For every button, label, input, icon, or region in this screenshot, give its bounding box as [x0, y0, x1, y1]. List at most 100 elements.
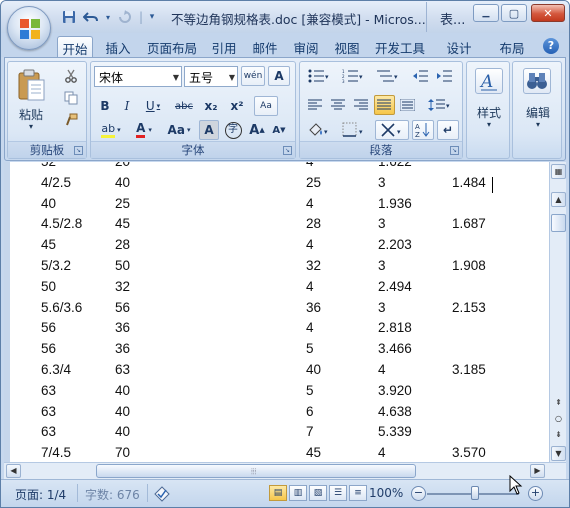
paste-button[interactable]: 粘贴 [14, 106, 48, 123]
table-cell[interactable]: 63 [41, 424, 56, 439]
font-color-button[interactable]: A ▾ [129, 120, 159, 140]
table-cell[interactable]: 5.339 [378, 424, 412, 439]
table-cell[interactable]: 63 [115, 362, 130, 377]
char-border-button[interactable]: A [268, 66, 290, 86]
table-cell[interactable]: 28 [115, 237, 130, 252]
table-row[interactable]: 7/4.5 70 45 4 3.570 [20, 445, 540, 462]
increase-indent-icon[interactable] [434, 66, 456, 86]
table-cell[interactable]: 5/3.2 [41, 258, 71, 273]
table-cell[interactable]: 40 [115, 175, 130, 190]
bullets-button[interactable]: ▾ [303, 66, 335, 86]
vertical-scrollbar[interactable]: ▦ ▲ ⇞ ○ ⇟ ▼ [549, 162, 566, 462]
table-cell[interactable]: 40 [306, 362, 321, 377]
superscript-button[interactable]: x² [225, 96, 249, 116]
scroll-up-icon[interactable]: ▲ [551, 192, 566, 207]
table-cell[interactable]: 36 [306, 300, 321, 315]
zoom-slider-thumb[interactable] [471, 486, 479, 500]
shading-icon[interactable]: ▾ [303, 120, 335, 140]
web-layout-icon[interactable]: ▧ [309, 485, 327, 501]
table-cell[interactable]: 32 [115, 279, 130, 294]
draft-view-icon[interactable]: ≡ [349, 485, 367, 501]
format-painter-icon[interactable] [60, 110, 82, 130]
table-cell[interactable]: 3.920 [378, 383, 412, 398]
table-cell[interactable]: 40 [115, 404, 130, 419]
table-row[interactable]: 63 40 7 5.339 [20, 424, 540, 444]
font-name-select[interactable]: 宋体 ▼ [94, 66, 182, 87]
table-cell[interactable]: 4 [306, 320, 314, 335]
paste-dropdown-icon[interactable]: ▾ [24, 122, 38, 131]
next-page-icon[interactable]: ⇟ [551, 428, 566, 443]
table-cell[interactable]: 40 [115, 383, 130, 398]
table-cell[interactable]: 56 [41, 320, 56, 335]
table-row[interactable]: 4.5/2.8 45 28 3 1.687 [20, 216, 540, 236]
tab-references[interactable]: 引用 [205, 36, 243, 57]
table-cell[interactable]: 4 [306, 162, 314, 169]
chevron-down-icon[interactable]: ▾ [467, 120, 511, 129]
table-cell[interactable]: 36 [115, 341, 130, 356]
table-cell[interactable]: 3.570 [452, 445, 486, 460]
tab-developer[interactable]: 开发工具 [370, 36, 430, 57]
office-button[interactable] [7, 6, 51, 50]
table-cell[interactable]: 25 [115, 196, 130, 211]
styles-button[interactable]: 样式 [467, 104, 511, 121]
char-shading-button[interactable]: A [199, 120, 219, 140]
document-area[interactable]: 52 20 4 1.622 4/2.5 40 25 3 1.484 40 25 4 1.936 4.5/2… [4, 162, 549, 462]
italic-button[interactable]: I [117, 96, 137, 116]
undo-icon[interactable] [81, 8, 101, 26]
table-cell[interactable]: 45 [115, 216, 130, 231]
scroll-left-icon[interactable]: ◀ [6, 464, 21, 478]
justify-icon[interactable] [374, 95, 395, 115]
font-launcher-icon[interactable]: ↘ [283, 146, 292, 155]
strikethrough-button[interactable]: abc [171, 96, 197, 116]
scroll-down-icon[interactable]: ▼ [551, 446, 566, 461]
table-cell[interactable]: 3 [378, 300, 386, 315]
table-cell[interactable]: 5.6/3.6 [41, 300, 82, 315]
table-cell[interactable]: 7/4.5 [41, 445, 71, 460]
table-cell[interactable]: 45 [306, 445, 321, 460]
minimize-button[interactable]: ▁ [473, 4, 499, 22]
table-row[interactable]: 52 20 4 1.622 [20, 162, 540, 174]
table-row[interactable]: 45 28 4 2.203 [20, 237, 540, 257]
table-cell[interactable]: 52 [41, 162, 56, 169]
table-cell[interactable]: 36 [115, 320, 130, 335]
tab-view[interactable]: 视图 [329, 36, 365, 57]
horizontal-scrollbar[interactable]: ◀ ⦙⦙⦙ ▶ [4, 462, 566, 479]
table-cell[interactable]: 63 [41, 404, 56, 419]
table-cell[interactable]: 50 [41, 279, 56, 294]
table-cell[interactable]: 6.3/4 [41, 362, 71, 377]
table-cell[interactable]: 3.466 [378, 341, 412, 356]
table-cell[interactable]: 4 [378, 362, 386, 377]
table-row[interactable]: 40 25 4 1.936 [20, 196, 540, 216]
table-cell[interactable]: 4 [306, 237, 314, 252]
underline-button[interactable]: U ▾ [139, 96, 167, 116]
table-cell[interactable]: 2.818 [378, 320, 412, 335]
table-cell[interactable]: 3.185 [452, 362, 486, 377]
tab-mailings[interactable]: 邮件 [247, 36, 283, 57]
tab-page-layout[interactable]: 页面布局 [143, 36, 201, 57]
table-cell[interactable]: 56 [41, 341, 56, 356]
table-cell[interactable]: 1.622 [378, 162, 412, 169]
table-cell[interactable]: 2.153 [452, 300, 486, 315]
change-case-button[interactable]: Aa ▾ [163, 120, 195, 140]
multilevel-list-button[interactable]: ▾ [371, 66, 405, 86]
table-cell[interactable]: 6 [306, 404, 314, 419]
table-cell[interactable]: 28 [306, 216, 321, 231]
table-row[interactable]: 5.6/3.6 56 36 3 2.153 [20, 300, 540, 320]
align-left-icon[interactable] [305, 95, 326, 115]
table-cell[interactable]: 2.203 [378, 237, 412, 252]
full-screen-reading-icon[interactable]: ▥ [289, 485, 307, 501]
table-cell[interactable]: 4 [306, 196, 314, 211]
table-cell[interactable]: 4 [306, 279, 314, 294]
horizontal-scroll-thumb[interactable]: ⦙⦙⦙ [96, 464, 416, 478]
zoom-in-icon[interactable]: + [528, 486, 543, 501]
grow-font-button[interactable]: A ▲ [247, 120, 267, 140]
table-cell[interactable]: 3 [378, 175, 386, 190]
word-count[interactable]: 字数: 676 [85, 486, 140, 503]
tab-design[interactable]: 设计 [439, 36, 479, 57]
table-row[interactable]: 5/3.2 50 32 3 1.908 [20, 258, 540, 278]
table-row[interactable]: 63 40 5 3.920 [20, 383, 540, 403]
subscript-button[interactable]: x₂ [199, 96, 223, 116]
table-cell[interactable]: 32 [306, 258, 321, 273]
table-cell[interactable]: 1.687 [452, 216, 486, 231]
distributed-icon[interactable] [397, 95, 418, 115]
